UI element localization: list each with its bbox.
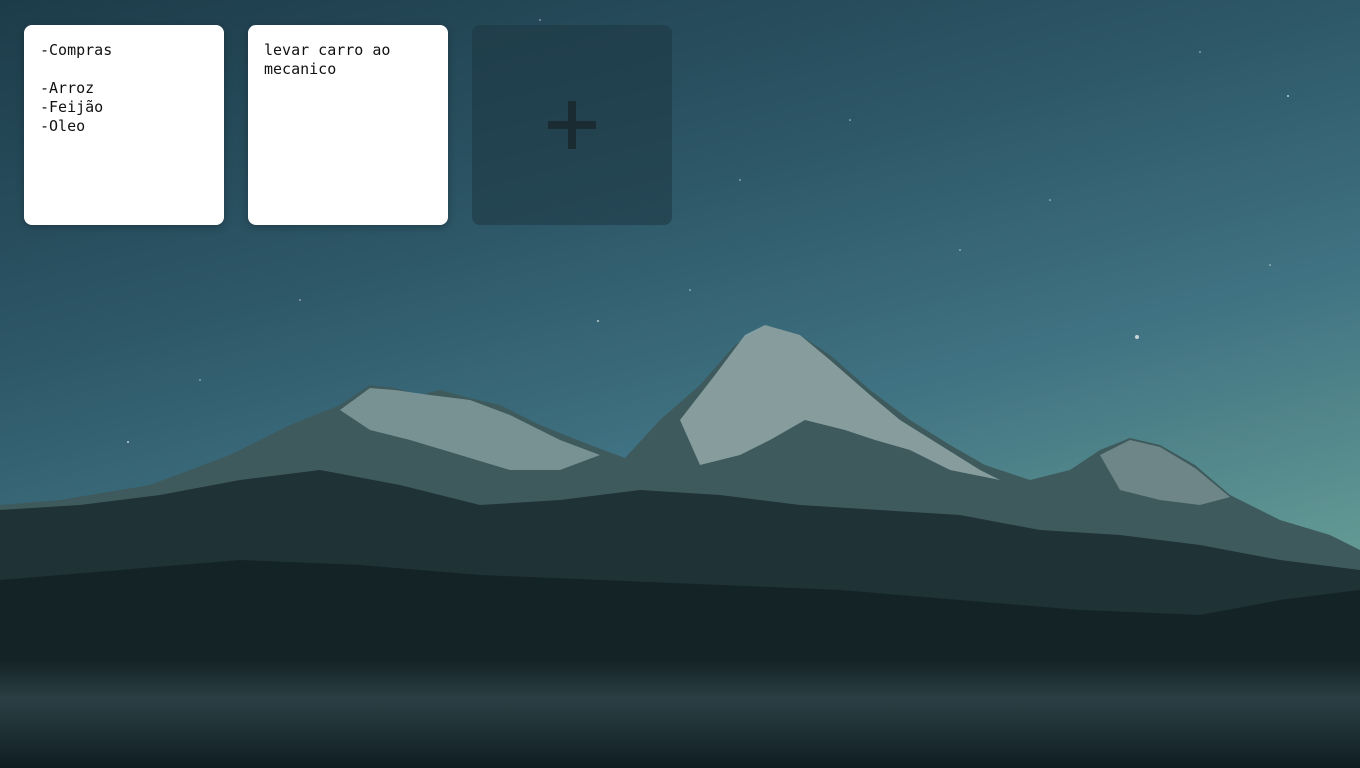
note-text[interactable]: levar carro ao mecanico <box>264 41 432 79</box>
add-note-button[interactable] <box>472 25 672 225</box>
note-card[interactable]: -Compras -Arroz -Feijão -Oleo <box>24 25 224 225</box>
note-text[interactable]: -Compras -Arroz -Feijão -Oleo <box>40 41 208 136</box>
plus-icon <box>548 101 596 149</box>
notes-board: -Compras -Arroz -Feijão -Oleo levar carr… <box>24 25 672 225</box>
note-card[interactable]: levar carro ao mecanico <box>248 25 448 225</box>
